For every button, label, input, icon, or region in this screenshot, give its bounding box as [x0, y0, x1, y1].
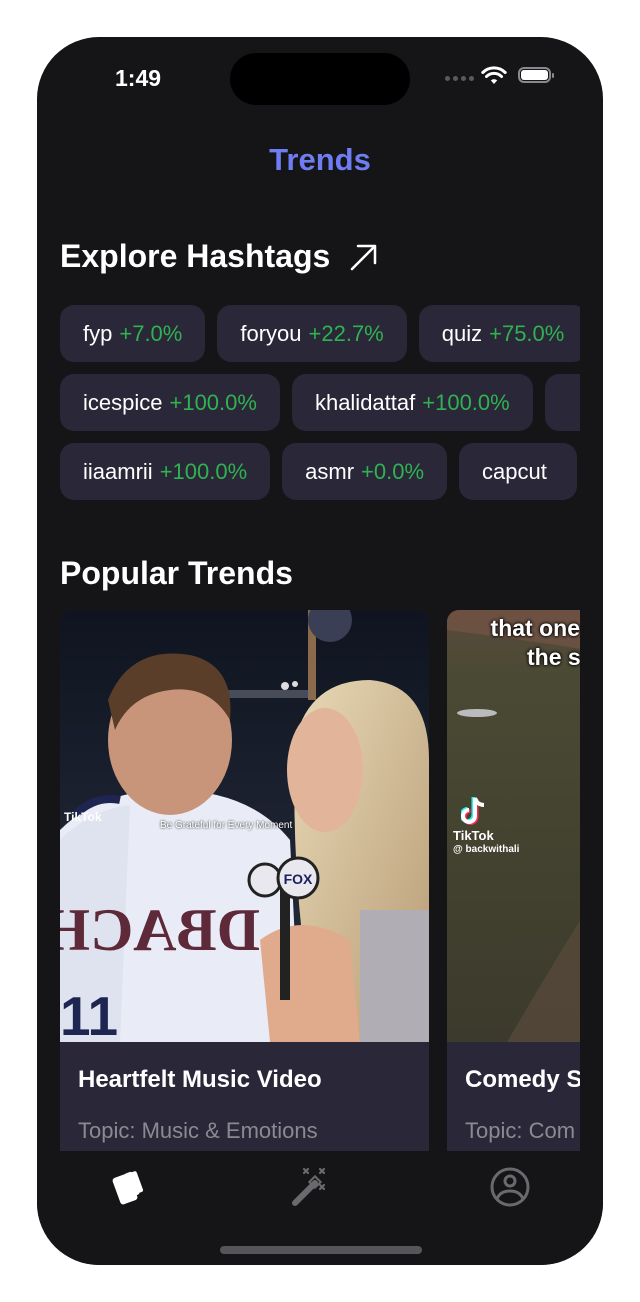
video-caption: Be Grateful for Every Moment — [160, 820, 293, 831]
hashtag-change: +100.0% — [169, 389, 257, 415]
svg-text:FOX: FOX — [284, 871, 313, 887]
card-title: Comedy S — [465, 1066, 580, 1093]
hashtag-chip[interactable]: fyp +7.0% — [60, 305, 206, 362]
hashtag-name: fyp — [83, 320, 113, 346]
explore-hashtags-header[interactable]: Explore Hashtags — [60, 238, 378, 275]
hashtag-chip[interactable] — [544, 374, 580, 431]
card-topic: Topic: Com — [465, 1118, 576, 1143]
cellular-signal-icon — [445, 76, 474, 81]
hashtag-chip[interactable]: icespice +100.0% — [60, 374, 280, 431]
tab-profile[interactable] — [485, 1165, 535, 1209]
hashtag-chip[interactable]: iiaamrii +100.0% — [60, 443, 271, 500]
hashtag-name: asmr — [305, 458, 355, 484]
trend-card[interactable]: that one the s TikTok @ backwithali Come… — [447, 610, 580, 1151]
hashtag-change: +0.0% — [361, 458, 425, 484]
dynamic-island — [230, 53, 410, 105]
hashtag-change: +75.0% — [489, 320, 565, 346]
tiktok-logo-icon — [461, 797, 485, 825]
tiktok-watermark: TikTok — [453, 828, 494, 843]
video-thumbnail[interactable]: DBACH 11 FOX Be Grateful for Every Momen… — [60, 610, 429, 1042]
hashtag-chip[interactable]: quiz +75.0% — [418, 305, 580, 362]
hashtag-row: fyp +7.0% foryou +22.7% quiz +75.0% — [60, 305, 580, 362]
home-indicator[interactable] — [220, 1246, 422, 1254]
svg-text:11: 11 — [60, 985, 118, 1042]
phone-screen: 1:49 Trends Explore Hashtags fyp +7.0% fo… — [37, 37, 603, 1265]
hashtag-chips: fyp +7.0% foryou +22.7% quiz +75.0% icespic… — [60, 305, 580, 512]
hashtag-change: +100.0% — [422, 389, 510, 415]
battery-icon — [518, 67, 554, 83]
hashtag-name: foryou — [240, 320, 302, 346]
hashtag-change: +7.0% — [119, 320, 183, 346]
video-caption-line-2: the s — [527, 644, 580, 670]
hashtag-chip[interactable]: foryou +22.7% — [217, 305, 407, 362]
jersey-text: DBACH — [60, 897, 260, 963]
hashtag-name: capcut — [482, 458, 547, 484]
card-title: Heartfelt Music Video — [78, 1066, 322, 1093]
hashtag-name: quiz — [441, 320, 483, 346]
hashtag-name: icespice — [83, 389, 163, 415]
video-thumbnail[interactable]: that one the s TikTok @ backwithali — [447, 610, 580, 1042]
hashtag-chip[interactable]: asmr +0.0% — [282, 443, 448, 500]
status-time: 1:49 — [115, 65, 162, 91]
popular-trends-title: Popular Trends — [60, 555, 293, 591]
magic-wand-icon — [292, 1167, 326, 1206]
hashtag-row: icespice +100.0% khalidattaf +100.0% — [60, 374, 580, 431]
profile-icon — [490, 1167, 530, 1207]
tab-cards[interactable] — [107, 1165, 157, 1209]
explore-hashtags-title: Explore Hashtags — [60, 238, 331, 274]
page-title: Trends — [269, 142, 371, 177]
video-caption-line-1: that one — [490, 615, 580, 641]
tiktok-handle: @ backwithali — [453, 844, 520, 855]
hashtag-chip[interactable]: capcut — [459, 443, 577, 500]
tab-magic[interactable] — [286, 1165, 336, 1209]
arrow-up-right-icon[interactable] — [348, 242, 378, 272]
cards-icon — [112, 1171, 144, 1205]
hashtag-change: +22.7% — [308, 320, 384, 346]
hashtag-change: +100.0% — [159, 458, 248, 484]
status-bar: 1:49 — [37, 37, 603, 117]
trend-cards-carousel[interactable]: DBACH 11 FOX Be Grateful for Every Momen… — [60, 610, 580, 1151]
thumbnail-scene — [447, 610, 580, 1042]
hashtag-chip[interactable]: khalidattaf +100.0% — [291, 374, 533, 431]
tiktok-watermark: TikTok — [64, 810, 102, 824]
wifi-icon — [481, 66, 507, 84]
hashtag-name: khalidattaf — [314, 389, 416, 415]
trend-card[interactable]: DBACH 11 FOX Be Grateful for Every Momen… — [60, 610, 429, 1151]
hashtag-row: iiaamrii +100.0% asmr +0.0% capcut — [60, 443, 580, 500]
hashtag-name: iiaamrii — [83, 458, 153, 484]
card-topic: Topic: Music & Emotions — [78, 1118, 318, 1143]
